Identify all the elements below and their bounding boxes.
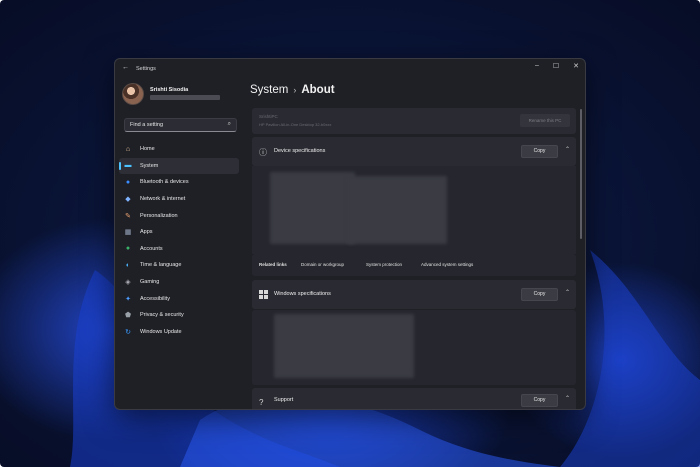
sidebar-item-bluetooth-devices[interactable]: ● Bluetooth & devices — [119, 174, 239, 191]
chevron-right-icon: › — [293, 85, 297, 95]
globe-clock-icon: ◐ — [125, 261, 131, 269]
search-icon[interactable]: ⌕ — [228, 121, 231, 128]
sidebar-item-system[interactable]: ▬ System — [119, 157, 239, 175]
update-icon: ↻ — [125, 328, 131, 336]
device-specifications-title: Device specifications — [274, 148, 326, 154]
title-bar: ← Settings – ☐ ✕ — [115, 59, 585, 79]
sidebar-item-label: Gaming — [140, 279, 160, 286]
pc-name-card: SrishtiPC HP Pavilion All-in-One Desktop… — [252, 108, 576, 134]
link-domain-workgroup[interactable]: Domain or workgroup — [301, 262, 344, 267]
sidebar-item-label: Network & internet — [140, 196, 186, 203]
pc-name: SrishtiPC — [259, 114, 278, 119]
windows-specifications-header[interactable]: Windows specifications Copy ⌃ — [252, 280, 576, 309]
sidebar-item-label: Time & language — [140, 262, 182, 269]
user-email-redacted — [150, 95, 220, 100]
scrollbar[interactable] — [580, 109, 582, 239]
support-title: Support — [274, 397, 294, 403]
back-arrow-icon[interactable]: ← — [122, 64, 129, 71]
windows-logo-icon — [259, 290, 268, 299]
redacted-specs — [270, 172, 355, 244]
info-icon: ⓘ — [259, 148, 267, 157]
maximize-icon[interactable]: ☐ — [553, 62, 559, 70]
sidebar-nav: ⌂ Home ▬ System ● Bluetooth & devices ◆ Network… — [119, 141, 239, 340]
sidebar-item-accessibility[interactable]: ✦ Accessibility — [119, 290, 239, 307]
sidebar-item-privacy-security[interactable]: ⬟ Privacy & security — [119, 307, 239, 324]
breadcrumb: System › About — [250, 84, 335, 96]
pc-model: HP Pavilion All-in-One Desktop 32-b0xxx — [259, 122, 332, 127]
chevron-up-icon[interactable]: ⌃ — [565, 146, 570, 153]
minimize-icon[interactable]: – — [535, 62, 539, 70]
sidebar-item-label: Accessibility — [140, 295, 170, 302]
sidebar-item-label: Windows Update — [140, 328, 182, 335]
redacted-values — [347, 176, 447, 244]
sidebar-item-label: Personalization — [140, 212, 178, 219]
home-icon: ⌂ — [125, 145, 131, 153]
device-specifications-body — [252, 166, 576, 254]
sidebar-item-label: Bluetooth & devices — [140, 179, 189, 186]
avatar[interactable] — [122, 83, 144, 105]
rename-pc-button[interactable]: Rename this PC — [520, 114, 570, 127]
search-input[interactable]: Find a setting ⌕ — [124, 118, 237, 132]
related-links-title: Related links — [259, 262, 287, 267]
windows-specifications-body — [252, 310, 576, 385]
copy-support-button[interactable]: Copy — [521, 394, 558, 407]
support-header[interactable]: ? Support Copy ⌃ — [252, 388, 576, 409]
sidebar-item-accounts[interactable]: ● Accounts — [119, 241, 239, 258]
sidebar-item-label: Apps — [140, 229, 153, 236]
page-title: About — [301, 84, 335, 96]
app-title: Settings — [136, 66, 156, 72]
search-placeholder: Find a setting — [130, 122, 164, 128]
window-controls: – ☐ ✕ — [535, 62, 579, 70]
question-icon: ? — [259, 398, 264, 407]
sidebar-item-network-internet[interactable]: ◆ Network & internet — [119, 191, 239, 208]
person-icon: ● — [125, 245, 131, 253]
windows-specifications-title: Windows specifications — [274, 291, 331, 297]
sidebar-item-label: Privacy & security — [140, 312, 184, 319]
close-icon[interactable]: ✕ — [573, 62, 579, 70]
bluetooth-icon: ● — [125, 178, 131, 186]
sidebar-item-apps[interactable]: ▦ Apps — [119, 224, 239, 241]
redacted-specs — [274, 314, 414, 378]
wifi-icon: ◆ — [125, 196, 131, 204]
link-advanced-system-settings[interactable]: Advanced system settings — [421, 262, 473, 267]
sidebar-item-gaming[interactable]: ◈ Gaming — [119, 274, 239, 291]
sidebar-item-label: System — [140, 162, 159, 169]
sidebar-item-label: Accounts — [140, 245, 163, 252]
sidebar-item-home[interactable]: ⌂ Home — [119, 141, 239, 158]
apps-icon: ▦ — [124, 229, 132, 237]
copy-windows-specs-button[interactable]: Copy — [521, 288, 558, 301]
chevron-up-icon[interactable]: ⌃ — [565, 289, 570, 296]
related-links: Related links Domain or workgroup System… — [252, 254, 576, 276]
gamepad-icon: ◈ — [125, 279, 131, 287]
accessibility-icon: ✦ — [125, 295, 131, 303]
sidebar-item-time-language[interactable]: ◐ Time & language — [119, 257, 239, 274]
settings-window: ← Settings – ☐ ✕ Srishti Sisodia Find a … — [114, 58, 586, 410]
shield-icon: ⬟ — [124, 312, 132, 320]
copy-device-specs-button[interactable]: Copy — [521, 145, 558, 158]
chevron-up-icon[interactable]: ⌃ — [565, 395, 570, 402]
sidebar-item-personalization[interactable]: ✎ Personalization — [119, 207, 239, 224]
breadcrumb-parent[interactable]: System — [250, 84, 288, 96]
brush-icon: ✎ — [125, 212, 131, 220]
monitor-icon: ▬ — [124, 162, 132, 170]
link-system-protection[interactable]: System protection — [366, 262, 402, 267]
device-specifications-header[interactable]: ⓘ Device specifications Copy ⌃ — [252, 137, 576, 166]
sidebar-item-label: Home — [140, 146, 155, 153]
user-name: Srishti Sisodia — [150, 87, 189, 93]
sidebar-item-windows-update[interactable]: ↻ Windows Update — [119, 324, 239, 341]
